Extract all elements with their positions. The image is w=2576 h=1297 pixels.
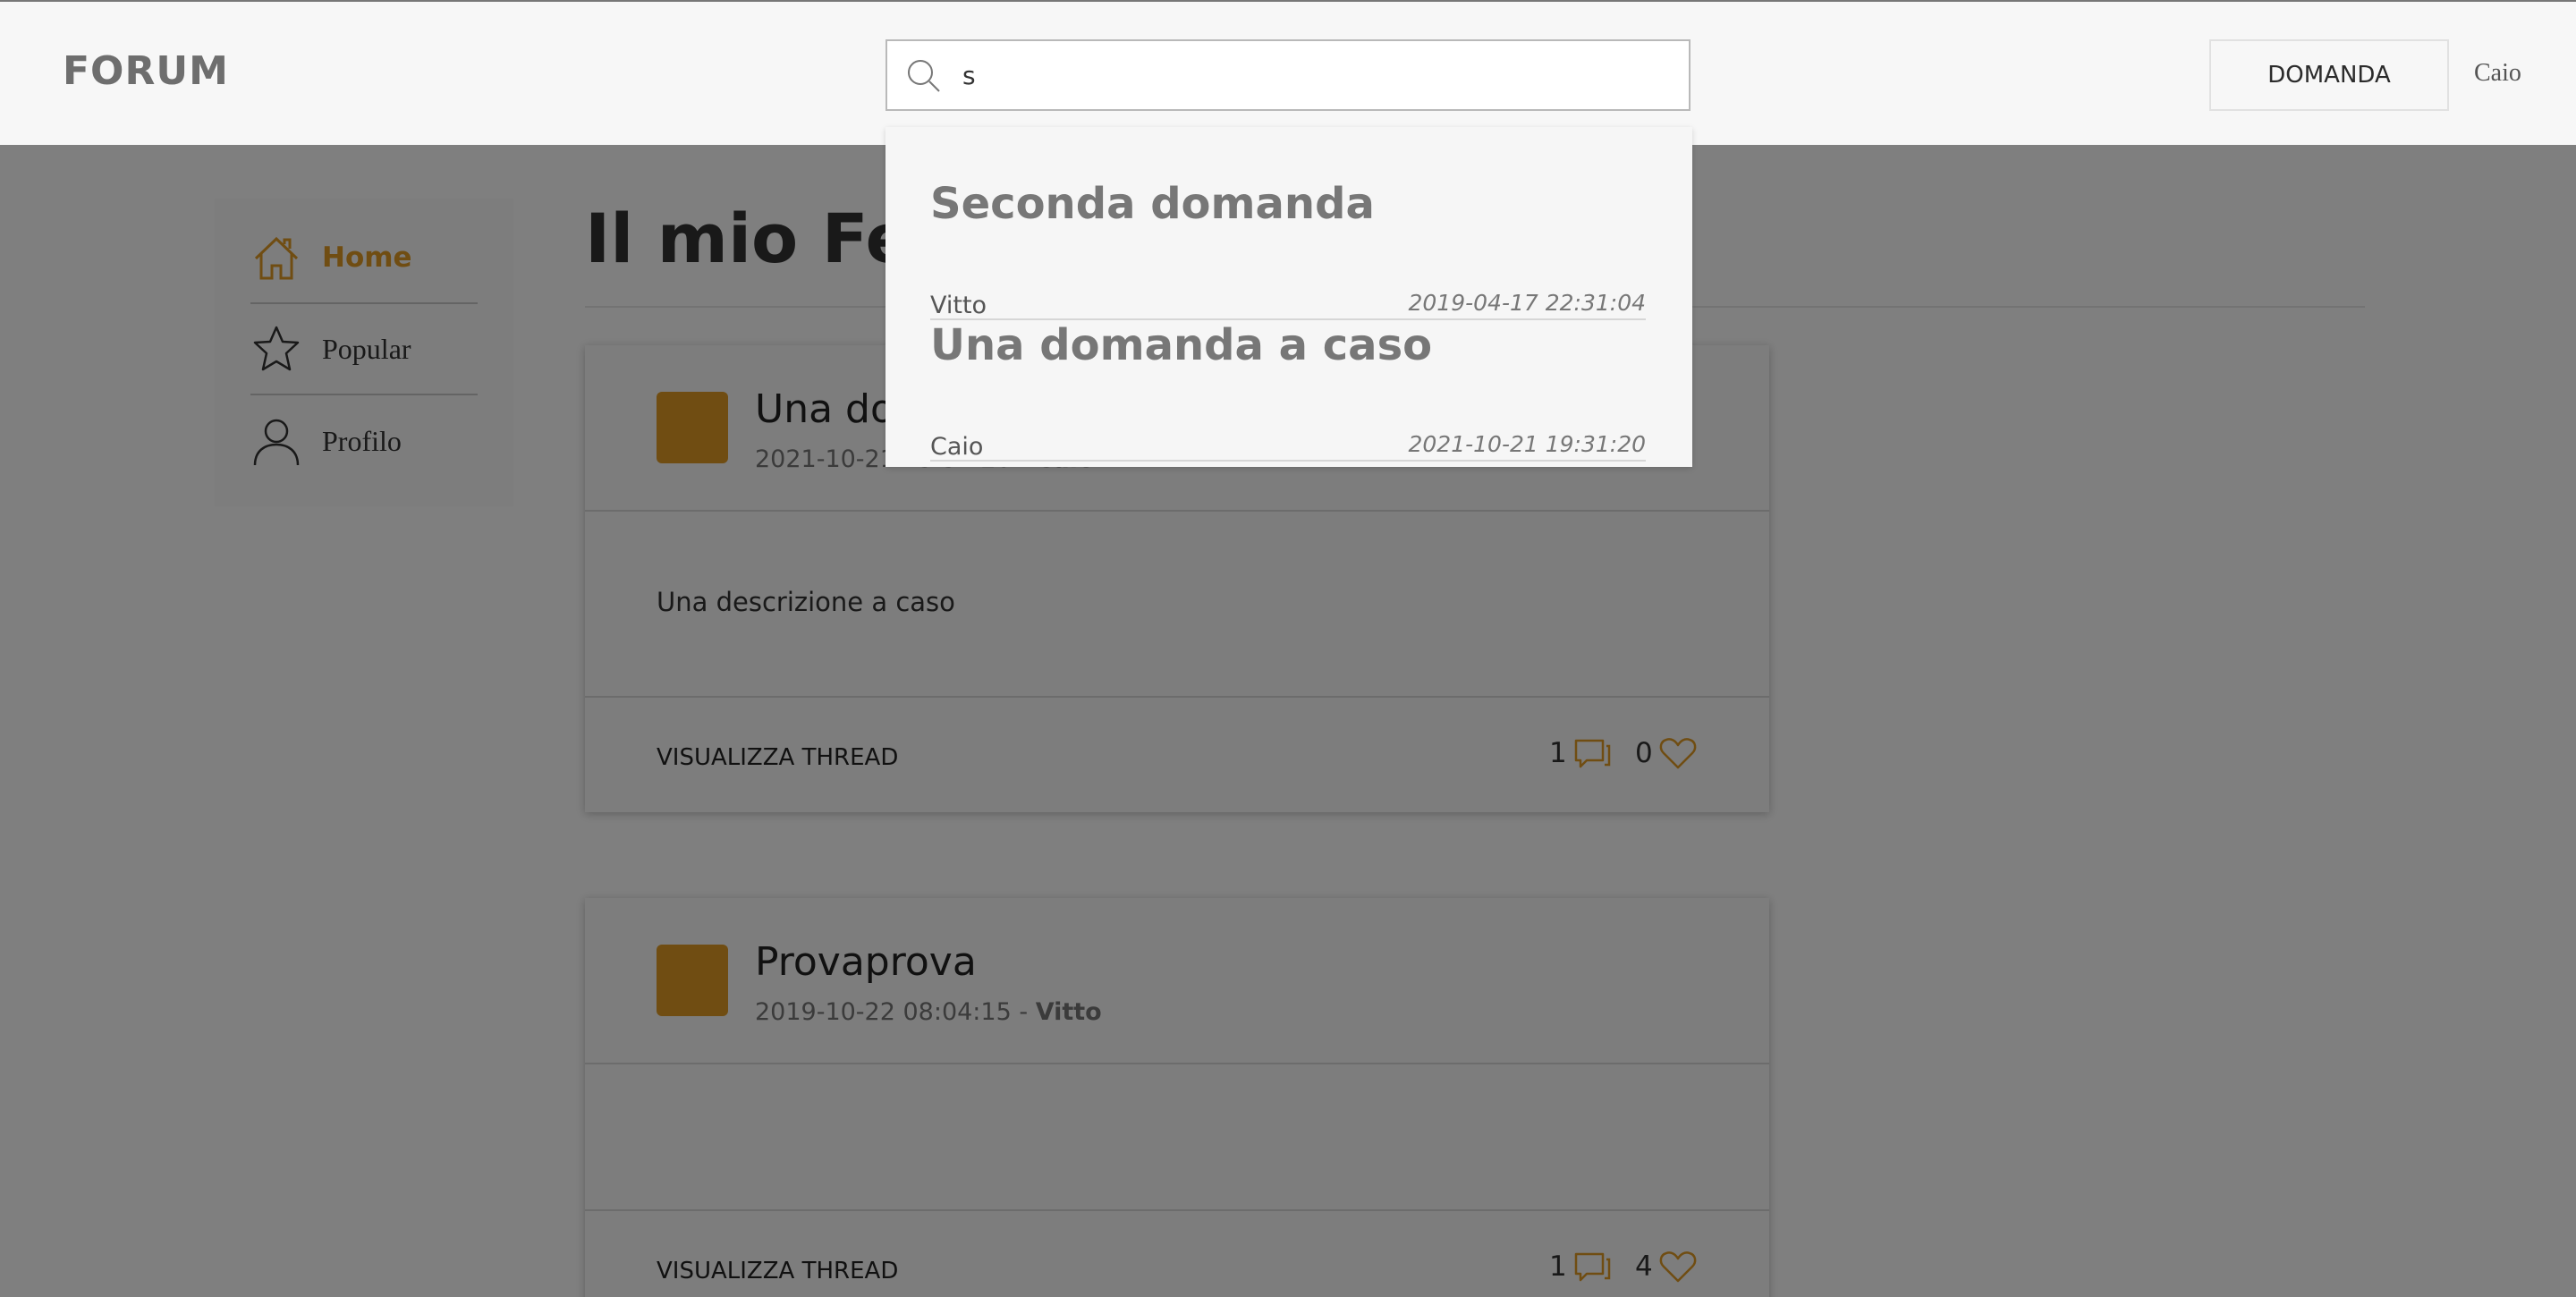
search-result-title: Seconda domanda xyxy=(930,179,1375,229)
search-result-title: Una domanda a caso xyxy=(930,320,1433,370)
search-icon xyxy=(908,60,940,92)
search-result-author: Caio xyxy=(930,433,984,461)
search-result-date: 2021-10-21 19:31:20 xyxy=(1408,431,1646,457)
search-result-author: Vitto xyxy=(930,292,987,319)
top-header: FORUM DOMANDA Caio xyxy=(0,0,2576,145)
search-result-date: 2019-04-17 22:31:04 xyxy=(1408,290,1646,316)
user-menu[interactable]: Caio xyxy=(2474,59,2521,88)
forum-logo[interactable]: FORUM xyxy=(63,48,229,94)
ask-question-button[interactable]: DOMANDA xyxy=(2209,39,2449,111)
search-bar xyxy=(886,39,1690,111)
search-results-dropdown: Seconda domanda Vitto 2019-04-17 22:31:0… xyxy=(886,127,1692,467)
search-result-item[interactable]: Una domanda a caso Caio 2021-10-21 19:31… xyxy=(930,320,1646,462)
search-result-item[interactable]: Seconda domanda Vitto 2019-04-17 22:31:0… xyxy=(930,179,1646,320)
search-input[interactable] xyxy=(962,50,1669,100)
